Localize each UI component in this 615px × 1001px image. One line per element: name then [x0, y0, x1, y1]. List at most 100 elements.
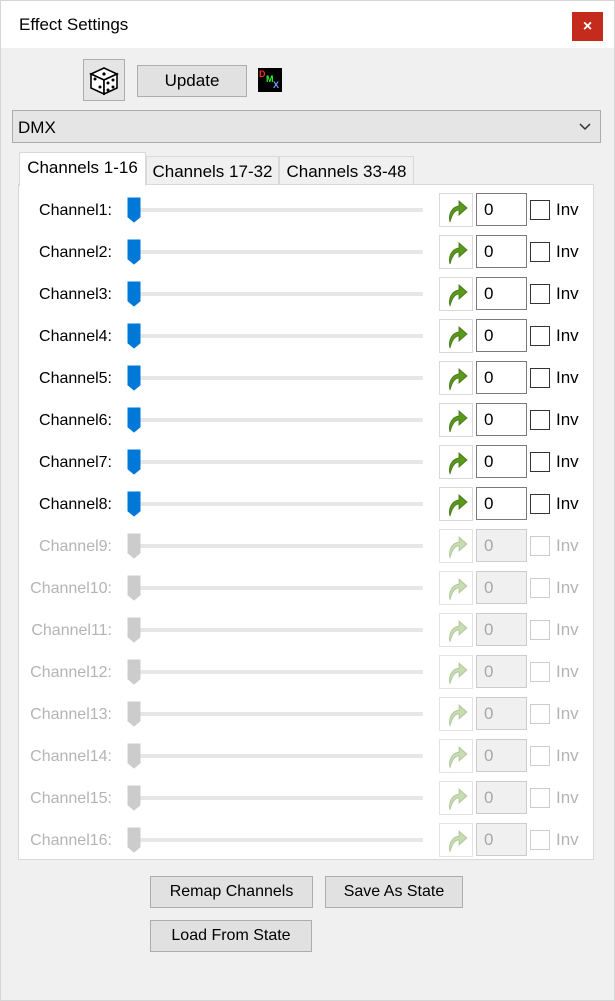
channel-value-input[interactable]: 0 — [476, 529, 527, 562]
channel-value-input[interactable]: 0 — [476, 739, 527, 772]
update-button[interactable]: Update — [137, 65, 247, 97]
slider-thumb-icon[interactable] — [127, 449, 143, 475]
copy-value-button[interactable] — [439, 445, 473, 479]
save-as-state-button[interactable]: Save As State — [325, 876, 463, 908]
copy-value-button[interactable] — [439, 655, 473, 689]
channel-slider-track[interactable] — [129, 796, 423, 800]
channel-slider-track[interactable] — [129, 334, 423, 338]
load-from-state-button[interactable]: Load From State — [150, 920, 312, 952]
channel-slider-track[interactable] — [129, 586, 423, 590]
invert-checkbox[interactable] — [530, 368, 550, 388]
slider-thumb-icon[interactable] — [127, 575, 143, 601]
invert-checkbox[interactable] — [530, 620, 550, 640]
invert-label: Inv — [556, 620, 579, 639]
channel-value-input[interactable]: 0 — [476, 697, 527, 730]
channel-value-input[interactable]: 0 — [476, 781, 527, 814]
invert-checkbox[interactable] — [530, 452, 550, 472]
invert-checkbox[interactable] — [530, 284, 550, 304]
slider-thumb-icon[interactable] — [127, 239, 143, 265]
invert-checkbox[interactable] — [530, 326, 550, 346]
slider-thumb-icon[interactable] — [127, 785, 143, 811]
invert-checkbox[interactable] — [530, 494, 550, 514]
channel-slider-track[interactable] — [129, 418, 423, 422]
invert-checkbox[interactable] — [530, 704, 550, 724]
copy-value-button[interactable] — [439, 613, 473, 647]
copy-value-button[interactable] — [439, 487, 473, 521]
channel-slider-track[interactable] — [129, 292, 423, 296]
copy-value-button[interactable] — [439, 571, 473, 605]
channel-slider-track[interactable] — [129, 460, 423, 464]
slider-thumb-icon[interactable] — [127, 617, 143, 643]
title-bar[interactable]: Effect Settings × — [1, 1, 614, 48]
slider-thumb-icon[interactable] — [127, 533, 143, 559]
invert-label: Inv — [556, 704, 579, 723]
tab-channels-33-48[interactable]: Channels 33-48 — [279, 156, 414, 186]
channel-value-input[interactable]: 0 — [476, 319, 527, 352]
randomize-button[interactable] — [83, 59, 125, 101]
invert-checkbox[interactable] — [530, 536, 550, 556]
channel-slider-track[interactable] — [129, 670, 423, 674]
slider-thumb-icon[interactable] — [127, 197, 143, 223]
invert-label: Inv — [556, 662, 579, 681]
tab-channels-17-32[interactable]: Channels 17-32 — [146, 156, 279, 186]
effect-type-select[interactable]: DMX — [12, 110, 601, 143]
copy-value-button[interactable] — [439, 697, 473, 731]
copy-value-button[interactable] — [439, 235, 473, 269]
channel-slider-track[interactable] — [129, 628, 423, 632]
copy-arrow-icon — [449, 283, 468, 307]
channel-slider-track[interactable] — [129, 838, 423, 842]
slider-thumb-icon[interactable] — [127, 281, 143, 307]
channel-slider-track[interactable] — [129, 712, 423, 716]
channel-value-input[interactable]: 0 — [476, 403, 527, 436]
slider-thumb-icon[interactable] — [127, 491, 143, 517]
invert-checkbox[interactable] — [530, 788, 550, 808]
channel-value-input[interactable]: 0 — [476, 487, 527, 520]
channel-slider-track[interactable] — [129, 376, 423, 380]
invert-checkbox[interactable] — [530, 578, 550, 598]
channel-slider-track[interactable] — [129, 208, 423, 212]
slider-thumb-icon[interactable] — [127, 827, 143, 853]
copy-value-button[interactable] — [439, 319, 473, 353]
channel-value-input[interactable]: 0 — [476, 823, 527, 856]
slider-thumb-icon[interactable] — [127, 407, 143, 433]
close-button[interactable]: × — [572, 12, 603, 41]
remap-channels-button[interactable]: Remap Channels — [150, 876, 313, 908]
copy-value-button[interactable] — [439, 781, 473, 815]
invert-checkbox[interactable] — [530, 242, 550, 262]
slider-thumb-icon[interactable] — [127, 701, 143, 727]
copy-value-button[interactable] — [439, 403, 473, 437]
channel-value-input[interactable]: 0 — [476, 277, 527, 310]
invert-checkbox[interactable] — [530, 662, 550, 682]
copy-arrow-icon — [449, 451, 468, 475]
copy-value-button[interactable] — [439, 739, 473, 773]
invert-label: Inv — [556, 746, 579, 765]
channel-value-input[interactable]: 0 — [476, 613, 527, 646]
invert-checkbox[interactable] — [530, 830, 550, 850]
channel-value-input[interactable]: 0 — [476, 655, 527, 688]
channel-value-input[interactable]: 0 — [476, 361, 527, 394]
invert-checkbox[interactable] — [530, 200, 550, 220]
tab-channels-1-16[interactable]: Channels 1-16 — [19, 152, 146, 186]
channel-value-input[interactable]: 0 — [476, 193, 527, 226]
channel-slider-track[interactable] — [129, 502, 423, 506]
channel-slider-track[interactable] — [129, 754, 423, 758]
invert-checkbox[interactable] — [530, 410, 550, 430]
channel-slider-track[interactable] — [129, 250, 423, 254]
channel-row: Channel7: 0 Inv — [19, 440, 595, 482]
copy-value-button[interactable] — [439, 529, 473, 563]
channel-value-input[interactable]: 0 — [476, 445, 527, 478]
channel-value-input[interactable]: 0 — [476, 571, 527, 604]
invert-checkbox[interactable] — [530, 746, 550, 766]
slider-thumb-icon[interactable] — [127, 323, 143, 349]
copy-value-button[interactable] — [439, 277, 473, 311]
channel-label: Channel14: — [30, 748, 112, 765]
channel-slider-track[interactable] — [129, 544, 423, 548]
slider-thumb-icon[interactable] — [127, 659, 143, 685]
slider-thumb-icon[interactable] — [127, 365, 143, 391]
channel-value-input[interactable]: 0 — [476, 235, 527, 268]
slider-thumb-icon[interactable] — [127, 743, 143, 769]
copy-arrow-icon — [449, 745, 468, 769]
copy-value-button[interactable] — [439, 361, 473, 395]
copy-value-button[interactable] — [439, 823, 473, 857]
copy-value-button[interactable] — [439, 193, 473, 227]
